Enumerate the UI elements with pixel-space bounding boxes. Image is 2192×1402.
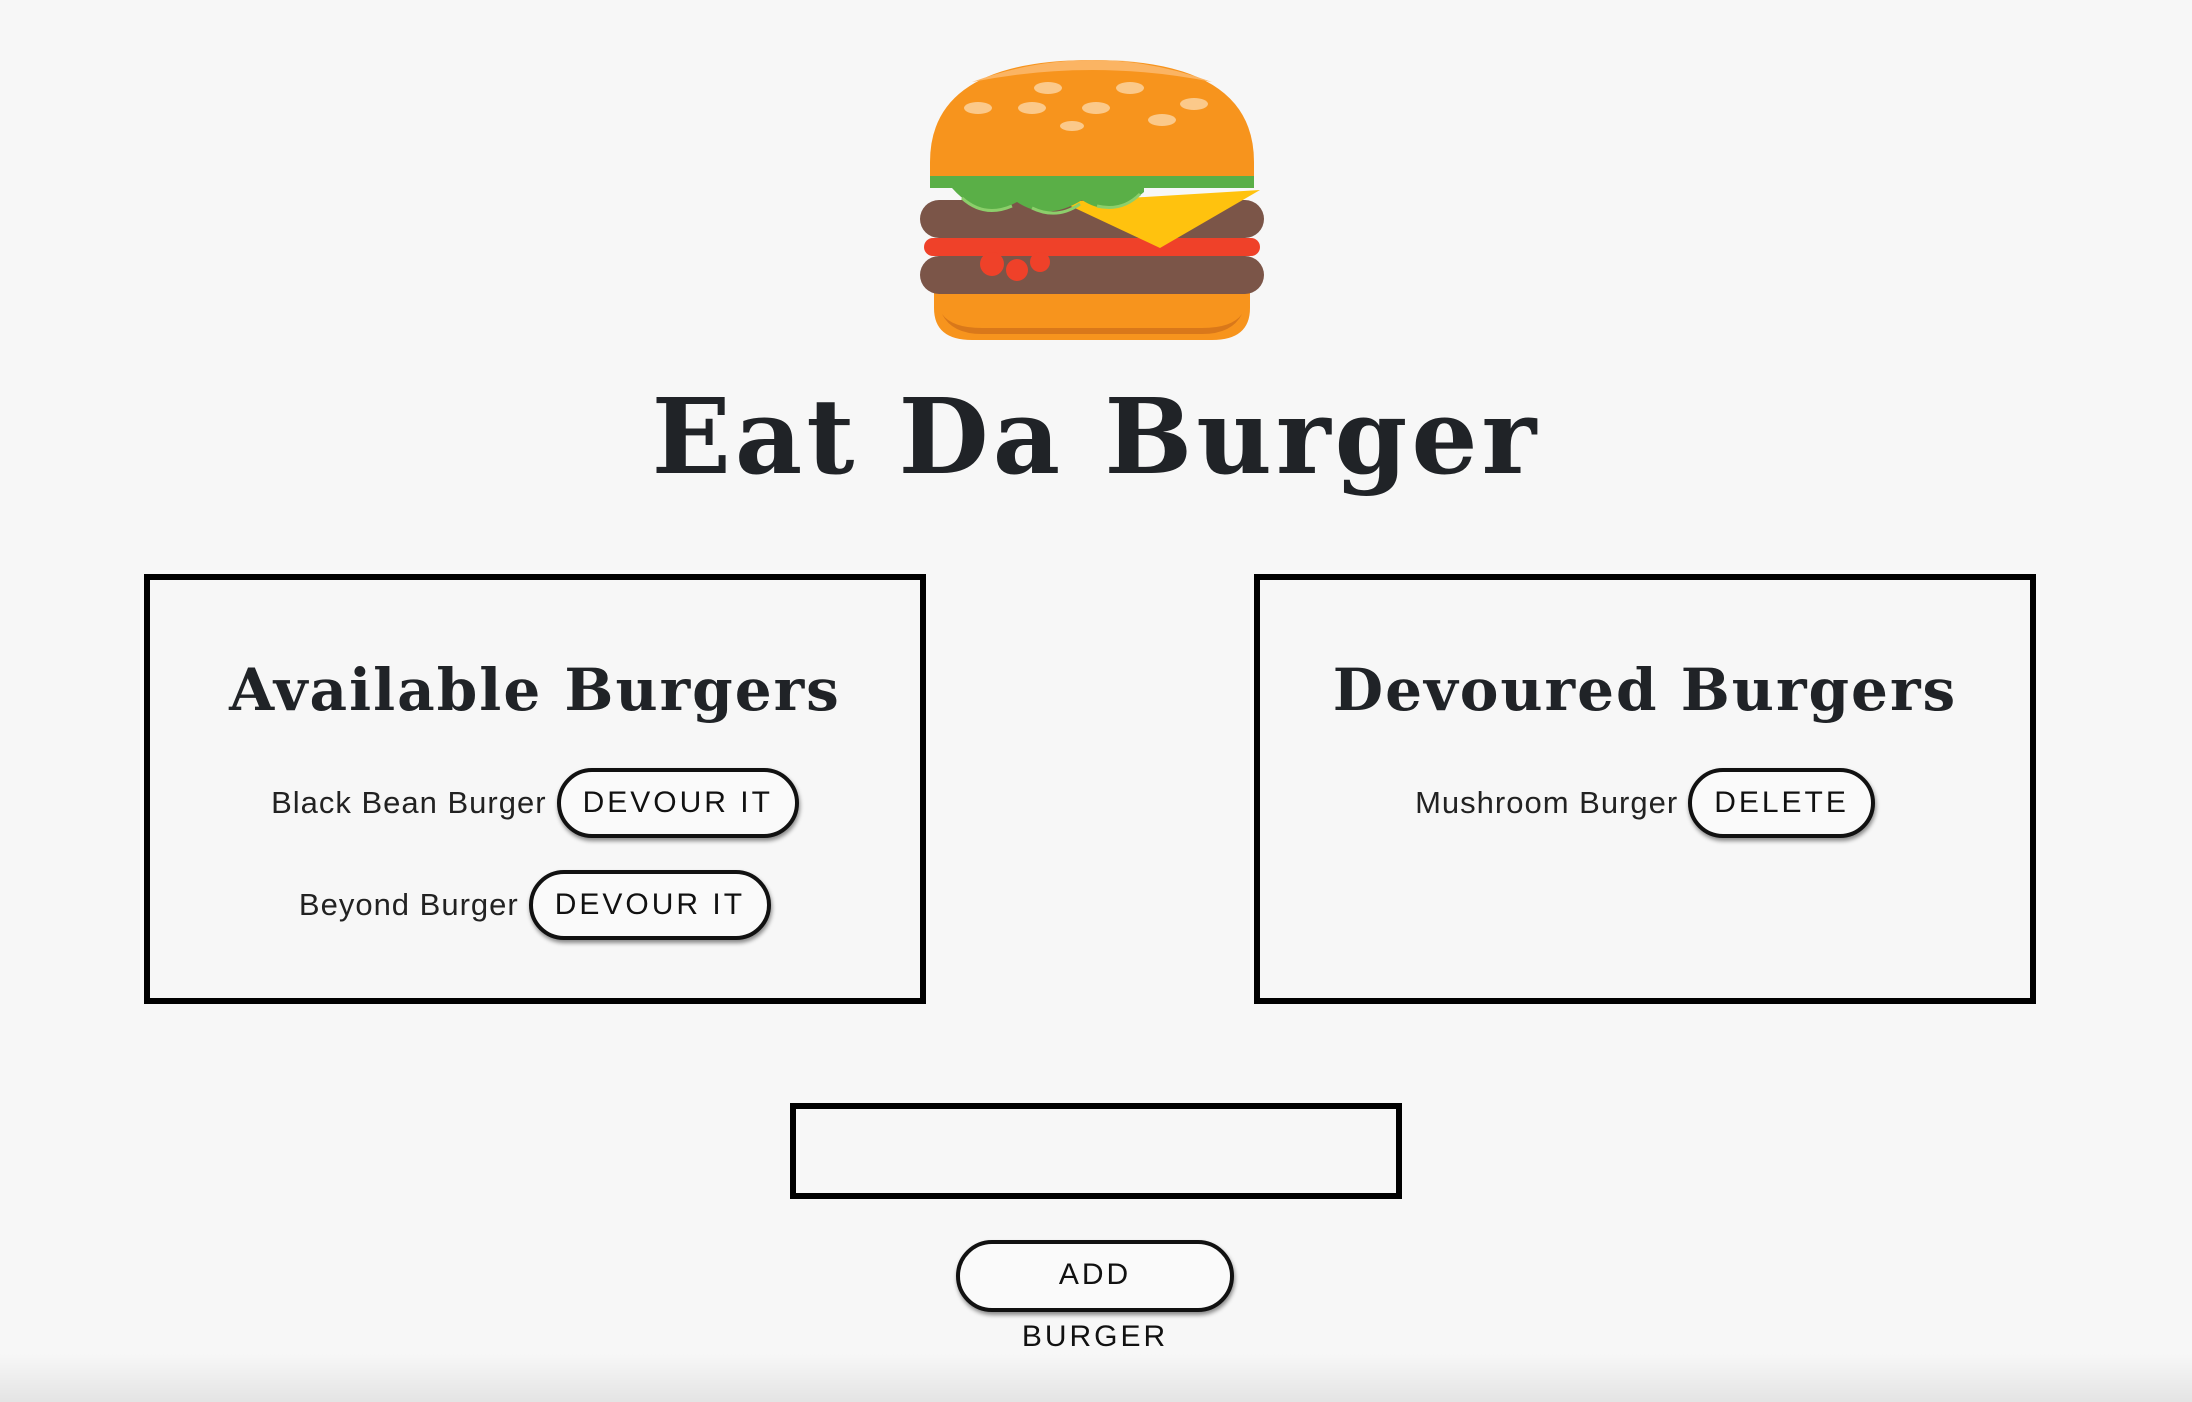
- available-burgers-panel: Available Burgers Black Bean Burger DEVO…: [144, 574, 926, 1004]
- devoured-burgers-heading: Devoured Burgers: [1332, 656, 1958, 724]
- devour-button[interactable]: DEVOUR IT: [528, 870, 772, 940]
- devour-button[interactable]: DEVOUR IT: [556, 768, 799, 838]
- delete-button[interactable]: DELETE: [1688, 768, 1875, 838]
- available-burgers-heading: Available Burgers: [229, 656, 841, 724]
- list-item: Beyond Burger DEVOUR IT: [150, 870, 920, 940]
- burger-name: Mushroom Burger: [1415, 785, 1679, 820]
- burger-name: Beyond Burger: [298, 887, 519, 922]
- burger-name-input[interactable]: [790, 1103, 1402, 1199]
- add-burger-button[interactable]: ADD BURGER: [956, 1240, 1234, 1353]
- list-item: Black Bean Burger DEVOUR IT: [150, 768, 920, 838]
- burger-name: Black Bean Burger: [271, 785, 547, 820]
- devoured-burgers-panel: Devoured Burgers Mushroom Burger DELETE: [1254, 574, 2036, 1004]
- hamburger-logo-icon: [920, 60, 1264, 340]
- list-item: Mushroom Burger DELETE: [1260, 768, 2030, 838]
- bottom-shadow: [0, 1354, 2192, 1402]
- page-title: Eat Da Burger: [651, 375, 1541, 498]
